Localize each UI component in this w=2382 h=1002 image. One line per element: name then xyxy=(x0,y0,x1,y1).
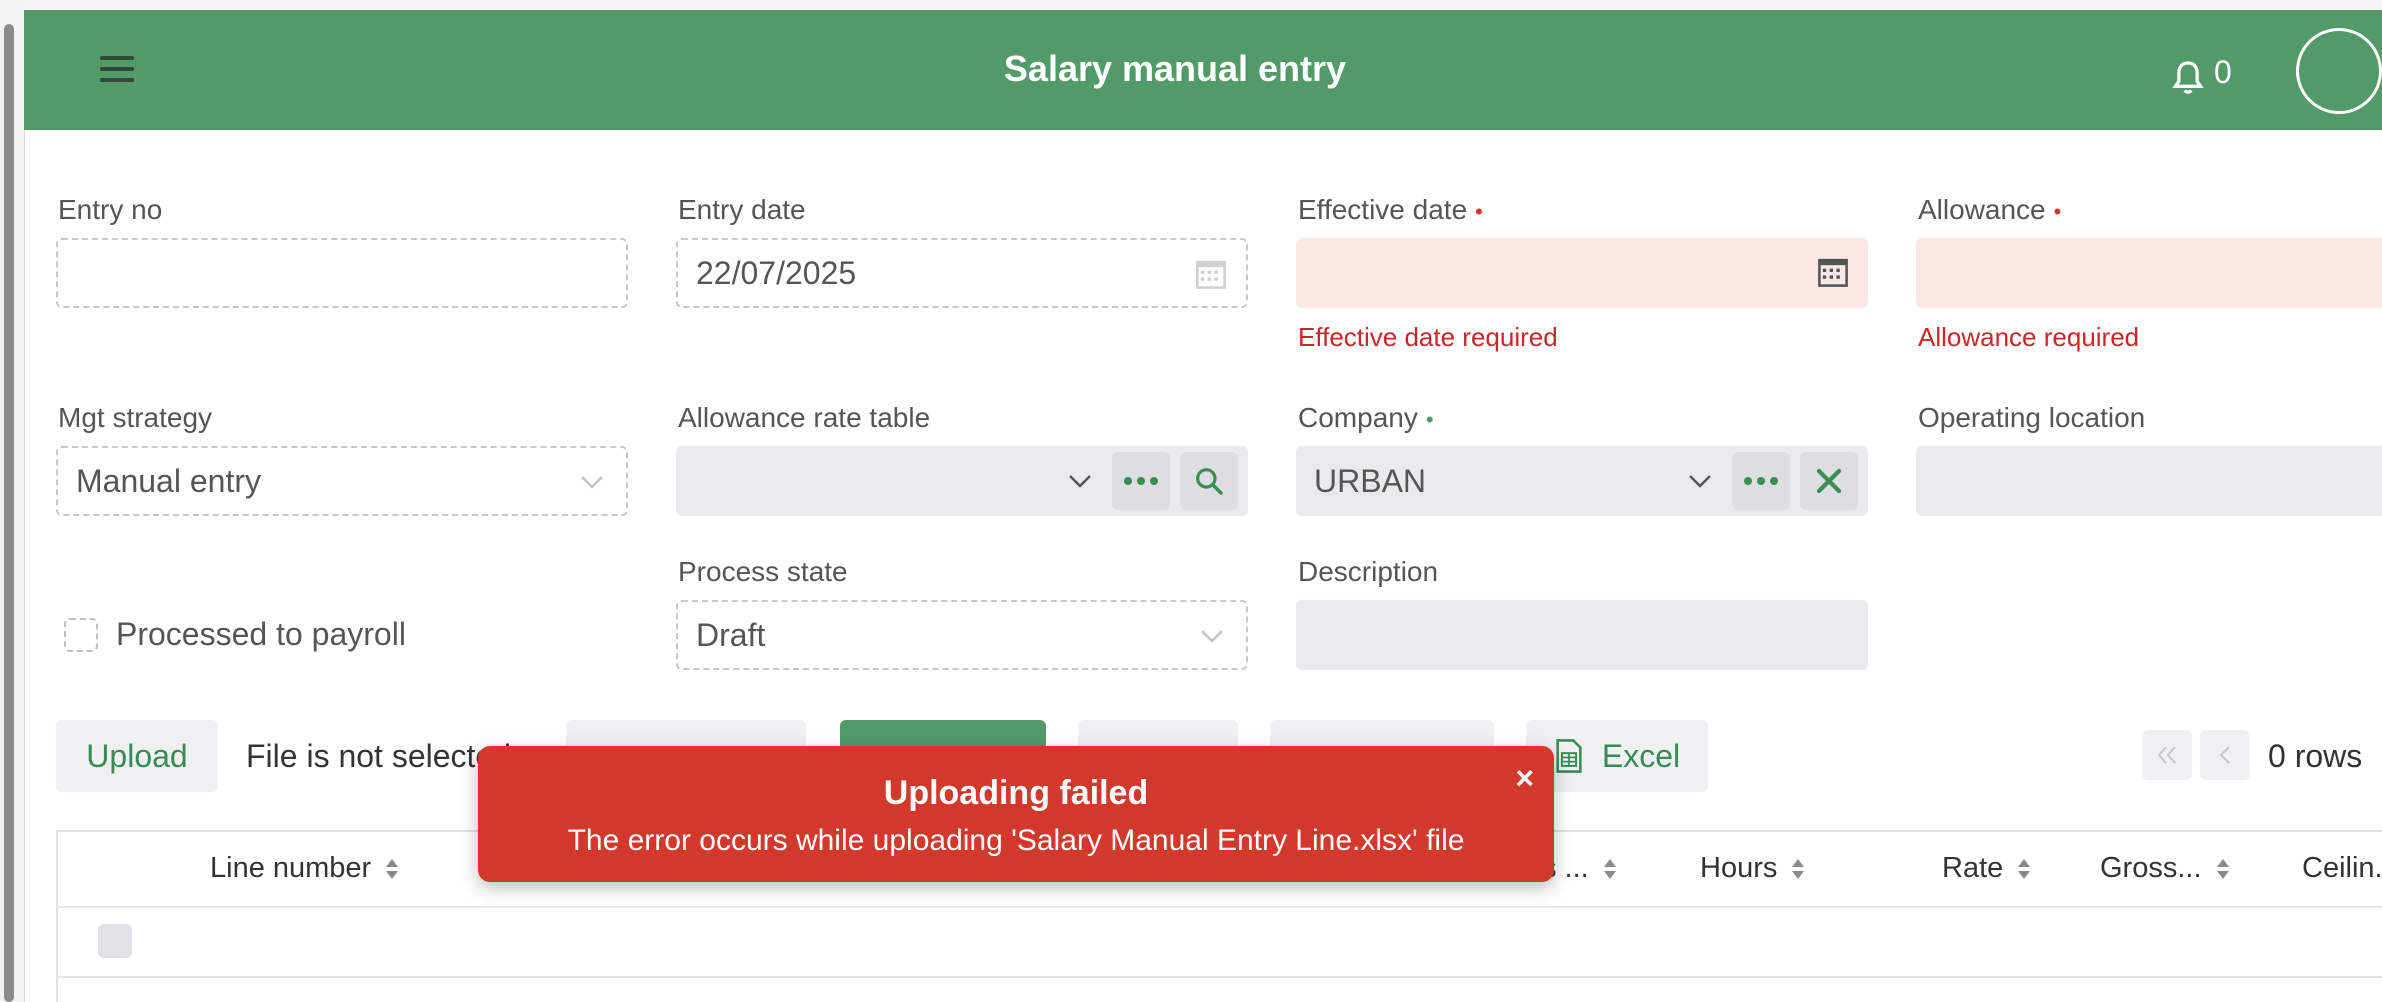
ellipsis-icon xyxy=(1124,477,1158,485)
effective-date-input[interactable] xyxy=(1296,238,1868,308)
mgt-strategy-select[interactable]: Manual entry xyxy=(56,446,628,516)
process-state-select[interactable]: Draft xyxy=(676,600,1248,670)
more-options-button[interactable] xyxy=(1112,452,1170,510)
process-state-label: Process state xyxy=(678,556,848,587)
process-state-value: Draft xyxy=(696,616,766,653)
entry-no-input[interactable] xyxy=(56,238,628,308)
allowance-label: Allowance • xyxy=(1918,194,2062,225)
sort-icon xyxy=(2018,858,2031,879)
allowance-error: Allowance required xyxy=(1918,322,2140,352)
search-icon xyxy=(1196,468,1223,495)
mgt-strategy-value: Manual entry xyxy=(76,462,261,499)
description-input[interactable] xyxy=(1296,600,1868,670)
toast-title: Uploading failed xyxy=(883,774,1149,812)
toast-message: The error occurs while uploading 'Salary… xyxy=(567,824,1465,857)
sort-icon xyxy=(386,858,399,879)
sort-icon xyxy=(1792,858,1805,879)
upload-button[interactable]: Upload xyxy=(56,720,218,792)
sort-icon xyxy=(2216,858,2229,879)
row-select-checkbox[interactable] xyxy=(98,924,132,958)
more-options-button[interactable] xyxy=(1732,452,1790,510)
calendar-icon[interactable] xyxy=(1194,256,1228,292)
calendar-icon[interactable] xyxy=(1816,254,1850,290)
column-header-ceiling[interactable]: Ceilin... xyxy=(2302,852,2382,885)
page-scrollbar[interactable] xyxy=(0,0,25,1002)
close-icon xyxy=(1816,468,1842,494)
allowance-rate-table-select[interactable] xyxy=(676,446,1248,516)
table-row-divider xyxy=(56,976,2382,978)
company-value: URBAN xyxy=(1314,462,1427,499)
chevron-down-icon xyxy=(581,476,603,489)
entry-no-label: Entry no xyxy=(58,194,163,225)
first-page-button[interactable] xyxy=(2142,730,2192,780)
excel-label: Excel xyxy=(1601,737,1681,774)
spreadsheet-icon xyxy=(1556,739,1582,773)
company-label: Company • xyxy=(1298,402,1434,433)
table-header-divider xyxy=(56,906,2382,908)
avatar[interactable] xyxy=(2296,28,2382,114)
required-marker: • xyxy=(1475,198,1483,224)
effective-date-label: Effective date • xyxy=(1298,194,1483,225)
error-toast: Uploading failed The error occurs while … xyxy=(478,746,1554,882)
column-header-gross[interactable]: Gross... xyxy=(2100,852,2230,885)
operating-location-label: Operating location xyxy=(1918,402,2146,433)
column-header-line-number[interactable]: Line number xyxy=(210,852,399,885)
close-icon[interactable]: × xyxy=(1515,760,1534,797)
column-header-rate[interactable]: Rate xyxy=(1942,852,2031,885)
bell-icon[interactable] xyxy=(2168,58,2208,98)
search-button[interactable] xyxy=(1180,452,1238,510)
entry-date-input[interactable]: 22/07/2025 xyxy=(676,238,1248,308)
company-select[interactable]: URBAN xyxy=(1296,446,1868,516)
sort-icon xyxy=(1603,858,1616,879)
row-count: 0 rows xyxy=(2268,738,2363,774)
chevron-down-icon[interactable] xyxy=(1688,474,1712,488)
entry-date-label: Entry date xyxy=(678,194,806,225)
processed-to-payroll-label: Processed to payroll xyxy=(116,616,406,652)
description-label: Description xyxy=(1298,556,1439,587)
required-marker: • xyxy=(2053,198,2062,224)
chevron-down-icon[interactable] xyxy=(1068,474,1092,488)
file-status-text: File is not selected xyxy=(246,738,512,774)
ellipsis-icon xyxy=(1744,477,1778,485)
scrollbar-thumb[interactable] xyxy=(4,24,14,1002)
processed-to-payroll-checkbox[interactable] xyxy=(64,618,98,652)
allowance-input[interactable] xyxy=(1916,238,2382,308)
notification-count: 0 xyxy=(2214,54,2232,90)
allowance-rate-table-label: Allowance rate table xyxy=(678,402,931,433)
double-chevron-left-icon xyxy=(2157,746,2176,764)
app-header: Salary manual entry 0 xyxy=(24,10,2382,130)
chevron-left-icon xyxy=(2219,746,2230,764)
chevron-down-icon xyxy=(1201,630,1223,643)
effective-date-error: Effective date required xyxy=(1298,322,1558,352)
operating-location-input[interactable] xyxy=(1916,446,2382,516)
column-header-hours[interactable]: Hours xyxy=(1700,852,1805,885)
required-marker: • xyxy=(1425,406,1434,432)
page-title: Salary manual entry xyxy=(1003,48,1347,89)
entry-date-value: 22/07/2025 xyxy=(696,254,857,291)
mgt-strategy-label: Mgt strategy xyxy=(58,402,213,433)
previous-page-button[interactable] xyxy=(2200,730,2250,780)
clear-button[interactable] xyxy=(1800,452,1858,510)
